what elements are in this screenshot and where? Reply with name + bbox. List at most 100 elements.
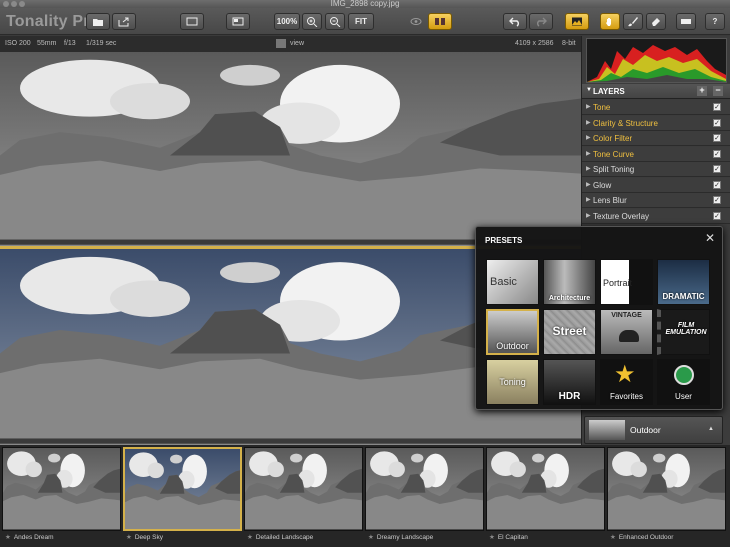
expand-arrow-icon[interactable]: ▶ <box>586 181 591 188</box>
layer-enabled-checkbox[interactable]: ✓ <box>713 211 721 220</box>
layer-row[interactable]: ▶ Tone ✓ <box>582 100 730 115</box>
mask-button[interactable] <box>676 13 696 30</box>
preset-category-vintage[interactable]: VINTAGE <box>600 309 653 355</box>
expand-arrow-icon[interactable]: ▶ <box>586 150 591 157</box>
preset-category-favorites[interactable]: ★ Favorites <box>600 359 653 405</box>
expand-arrow-icon[interactable]: ▶ <box>586 103 591 110</box>
favorite-star-icon[interactable]: ★ <box>489 534 495 541</box>
preset-category-outdoor[interactable]: Outdoor <box>486 309 539 355</box>
add-layer-button[interactable]: + <box>697 86 707 96</box>
panel-toggle-button[interactable] <box>226 13 250 30</box>
layer-enabled-checkbox[interactable]: ✓ <box>713 118 721 127</box>
preset-label[interactable]: ★ Detailed Landscape <box>247 533 313 541</box>
hand-tool-button[interactable] <box>600 13 620 30</box>
preset-thumbnail[interactable] <box>244 447 363 531</box>
preset-name: Deep Sky <box>134 534 164 541</box>
layer-row[interactable]: ▶ Lens Blur ✓ <box>582 193 730 208</box>
expand-arrow-icon[interactable]: ▶ <box>586 196 591 203</box>
layer-name: Lens Blur <box>593 196 627 205</box>
help-button[interactable]: ? <box>705 13 725 30</box>
iso-value: ISO 200 <box>5 40 31 47</box>
layer-enabled-checkbox[interactable]: ✓ <box>713 165 721 173</box>
layer-row[interactable]: ▶ Clarity & Structure ✓ <box>582 115 730 131</box>
thumbnail-image <box>366 448 483 530</box>
favorite-star-icon[interactable]: ★ <box>368 534 374 541</box>
favorite-star-icon[interactable]: ★ <box>247 534 253 541</box>
zoom-100-button[interactable]: 100% <box>274 13 300 30</box>
layer-row[interactable]: ▶ Texture Overlay ✓ <box>582 208 730 224</box>
favorite-star-icon[interactable]: ★ <box>610 534 616 541</box>
shutter-speed: 1/319 sec <box>86 40 117 47</box>
layer-row[interactable]: ▶ Split Toning ✓ <box>582 162 730 177</box>
preset-category-street[interactable]: Street <box>543 309 596 355</box>
user-icon <box>674 365 694 385</box>
thumbnail-image <box>245 448 362 530</box>
preset-category-hdr[interactable]: HDR <box>543 359 596 405</box>
preset-label[interactable]: ★ Enhanced Outdoor <box>610 533 673 541</box>
brush-tool-button[interactable] <box>623 13 643 30</box>
layers-header[interactable]: ▼ LAYERS + − <box>582 84 730 99</box>
close-presets-button[interactable]: ✕ <box>705 231 715 245</box>
preset-thumbnail[interactable] <box>365 447 484 531</box>
layers-title: LAYERS <box>593 87 625 96</box>
current-preset-selector[interactable]: Outdoor ▲ <box>584 416 723 444</box>
preset-label[interactable]: ★ Dreamy Landscape <box>368 533 433 541</box>
undo-icon <box>509 17 519 27</box>
layer-enabled-checkbox[interactable]: ✓ <box>713 134 721 142</box>
undo-button[interactable] <box>503 13 527 30</box>
open-button[interactable] <box>86 13 110 30</box>
redo-button[interactable] <box>529 13 553 30</box>
expand-arrow-icon[interactable]: ▶ <box>586 134 591 141</box>
layer-enabled-checkbox[interactable]: ✓ <box>713 196 721 204</box>
preset-label[interactable]: ★ Deep Sky <box>126 533 163 541</box>
preset-category-basic[interactable]: Basic <box>486 259 539 305</box>
preset-category-portrait[interactable]: Portrait <box>600 259 653 305</box>
image-icon <box>572 17 582 26</box>
preview-toggle[interactable] <box>404 13 428 30</box>
view-label[interactable]: view <box>290 40 304 47</box>
expand-arrow-icon[interactable]: ▶ <box>586 165 591 172</box>
preset-label[interactable]: ★ El Capitan <box>489 533 528 541</box>
zoom-in-button[interactable] <box>302 13 322 30</box>
preset-thumbnail[interactable] <box>2 447 121 531</box>
preset-category-dramatic[interactable]: DRAMATIC <box>657 259 710 305</box>
zoom-out-button[interactable] <box>325 13 345 30</box>
layer-row[interactable]: ▶ Glow ✓ <box>582 177 730 193</box>
layer-enabled-checkbox[interactable]: ✓ <box>713 180 721 189</box>
fullscreen-button[interactable] <box>180 13 204 30</box>
fit-button[interactable]: FIT <box>348 13 374 30</box>
preset-thumbnail[interactable] <box>607 447 726 531</box>
favorite-star-icon[interactable]: ★ <box>5 534 11 541</box>
image-dimensions: 4109 x 2586 <box>515 40 554 47</box>
expand-arrow-icon[interactable]: ▶ <box>586 119 591 126</box>
folder-icon <box>93 19 103 26</box>
layer-name: Clarity & Structure <box>593 118 658 128</box>
toolbar: Tonality Pro 100% FIT ? <box>0 8 730 35</box>
favorite-star-icon[interactable]: ★ <box>126 534 132 541</box>
histogram-toggle-button[interactable] <box>565 13 589 30</box>
remove-layer-button[interactable]: − <box>713 86 723 96</box>
preset-label[interactable]: ★ Andes Dream <box>5 533 54 541</box>
preset-name: Enhanced Outdoor <box>618 534 674 541</box>
preset-thumbnail[interactable] <box>123 447 242 531</box>
preset-category-architecture[interactable]: Architecture <box>543 259 596 305</box>
preset-thumbnail[interactable] <box>486 447 605 531</box>
layer-enabled-checkbox[interactable]: ✓ <box>713 103 721 111</box>
histogram <box>586 38 727 83</box>
eye-icon <box>410 18 422 25</box>
expand-arrow-icon[interactable]: ▶ <box>586 212 591 219</box>
thumbnail-image <box>608 448 725 530</box>
share-button[interactable] <box>112 13 136 30</box>
preset-category-toning[interactable]: Toning <box>486 359 539 405</box>
preset-category-user[interactable]: User <box>657 359 710 405</box>
collapse-arrow-icon: ▼ <box>586 87 592 93</box>
current-preset-thumbnail <box>589 420 625 440</box>
view-icon[interactable] <box>276 39 286 48</box>
split-view-button[interactable] <box>428 13 452 30</box>
layer-row[interactable]: ▶ Color Filter ✓ <box>582 131 730 146</box>
eraser-tool-button[interactable] <box>646 13 666 30</box>
preset-category-film-emulation[interactable]: FILM EMULATION <box>657 309 710 355</box>
layer-enabled-checkbox[interactable]: ✓ <box>713 149 721 158</box>
hat-icon <box>619 330 639 342</box>
layer-row[interactable]: ▶ Tone Curve ✓ <box>582 146 730 162</box>
